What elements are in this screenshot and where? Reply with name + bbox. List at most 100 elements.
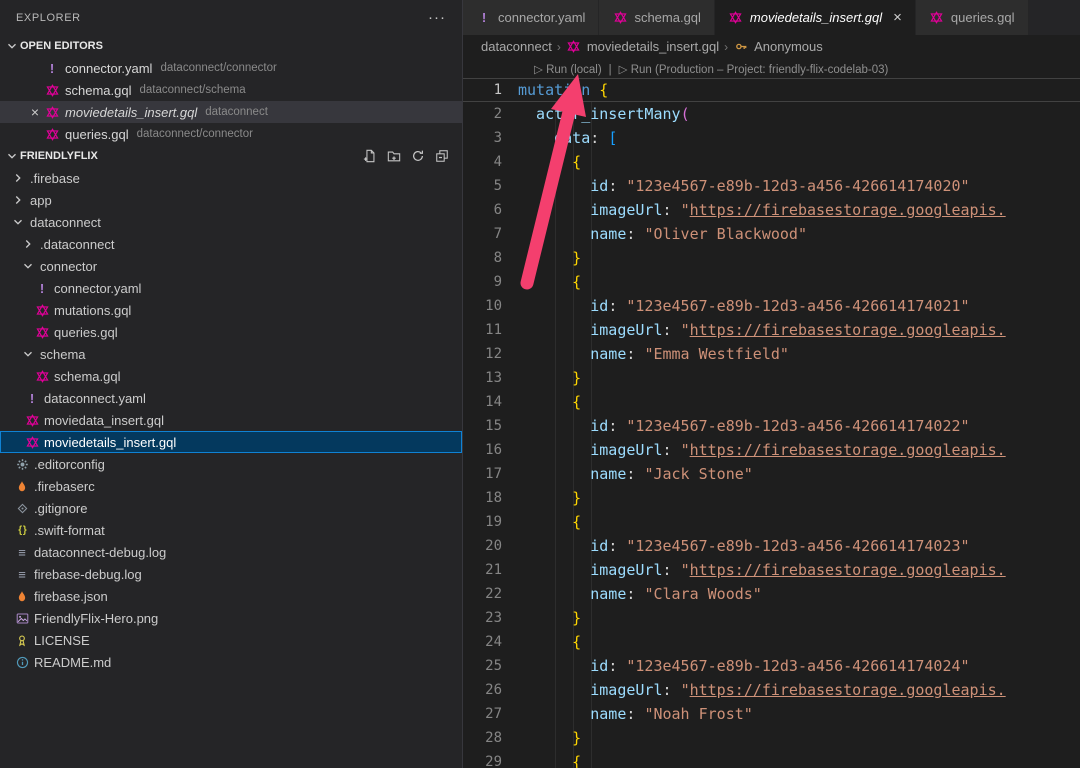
chevron-down-icon (20, 258, 36, 274)
tree-item-queries-gql[interactable]: queries.gql (0, 321, 462, 343)
code-line-7: 7 name: "Oliver Blackwood" (463, 222, 1080, 246)
graphql-icon (44, 126, 60, 142)
breadcrumb-symbol[interactable]: Anonymous (754, 39, 823, 54)
open-editor-moviedetails-insert-gql[interactable]: ×moviedetails_insert.gqldataconnect (0, 101, 462, 123)
tree-item-connector-yaml[interactable]: !connector.yaml (0, 277, 462, 299)
tree-item-readme-md[interactable]: README.md (0, 651, 462, 673)
breadcrumb-separator: › (724, 40, 728, 54)
workspace-label: FRIENDLYFLIX (20, 150, 98, 162)
line-number: 3 (463, 126, 518, 150)
tree-item-connector[interactable]: connector (0, 255, 462, 277)
section-open-editors[interactable]: OPEN EDITORS (0, 35, 462, 57)
tab-moviedetails-insert-gql[interactable]: moviedetails_insert.gql × (715, 0, 916, 35)
tree-item-label: moviedata_insert.gql (44, 413, 164, 428)
code-line-content: id: "123e4567-e89b-12d3-a456-42661417402… (518, 654, 1080, 678)
line-number: 29 (463, 750, 518, 768)
close-icon[interactable]: × (26, 104, 44, 120)
tree-item-editorconfig[interactable]: .editorconfig (0, 453, 462, 475)
line-number: 28 (463, 726, 518, 750)
line-number: 13 (463, 366, 518, 390)
tree-item-dataconnect[interactable]: dataconnect (0, 211, 462, 233)
tree-item-gitignore[interactable]: .gitignore (0, 497, 462, 519)
refresh-icon[interactable] (410, 148, 426, 164)
code-line-12: 12 name: "Emma Westfield" (463, 342, 1080, 366)
collapse-all-icon[interactable] (434, 148, 450, 164)
tree-item-moviedata-insert-gql[interactable]: moviedata_insert.gql (0, 409, 462, 431)
tree-item-dataconnect-debug-log[interactable]: ≡dataconnect-debug.log (0, 541, 462, 563)
tree-item-app[interactable]: app (0, 189, 462, 211)
breadcrumb-file[interactable]: moviedetails_insert.gql (587, 39, 719, 54)
license-icon (14, 632, 30, 648)
tree-item-schema-gql[interactable]: schema.gql (0, 365, 462, 387)
open-editor-schema-gql[interactable]: schema.gqldataconnect/schema (0, 79, 462, 101)
tree-item-label: connector (40, 259, 97, 274)
tab-label: connector.yaml (498, 10, 585, 25)
line-number: 9 (463, 270, 518, 294)
tree-item-label: FriendlyFlix-Hero.png (34, 611, 158, 626)
line-number: 22 (463, 582, 518, 606)
tree-item-firebaserc[interactable]: .firebaserc (0, 475, 462, 497)
tab-queries-gql[interactable]: queries.gql (916, 0, 1029, 35)
open-editor-name: queries.gql (65, 127, 129, 142)
chevron-right-icon (20, 236, 36, 252)
code-line-content: id: "123e4567-e89b-12d3-a456-42661417402… (518, 534, 1080, 558)
chevron-down-icon (4, 148, 20, 164)
tree-item-swift-format[interactable]: { }.swift-format (0, 519, 462, 541)
code-line-content: { (518, 390, 1080, 414)
tree-item-dataconnect[interactable]: .dataconnect (0, 233, 462, 255)
code-line-20: 20 id: "123e4567-e89b-12d3-a456-42661417… (463, 534, 1080, 558)
breadcrumb-folder[interactable]: dataconnect (481, 39, 552, 54)
close-icon[interactable]: × (893, 9, 902, 26)
code-line-content: name: "Oliver Blackwood" (518, 222, 1080, 246)
breadcrumb-separator: › (557, 40, 561, 54)
code-line-3: 3 data: [ (463, 126, 1080, 150)
tree-item-schema[interactable]: schema (0, 343, 462, 365)
tree-item-firebase-json[interactable]: firebase.json (0, 585, 462, 607)
code-line-content: id: "123e4567-e89b-12d3-a456-42661417402… (518, 414, 1080, 438)
tree-item-label: schema (40, 347, 86, 362)
tree-item-label: .firebaserc (34, 479, 95, 494)
new-file-icon[interactable] (362, 148, 378, 164)
line-number: 11 (463, 318, 518, 342)
chevron-right-icon (10, 170, 26, 186)
code-line-content: { (518, 150, 1080, 174)
tree-item-dataconnect-yaml[interactable]: !dataconnect.yaml (0, 387, 462, 409)
tree-item-moviedetails-insert-gql[interactable]: moviedetails_insert.gql (0, 431, 462, 453)
code-line-content: } (518, 486, 1080, 510)
code-line-16: 16 imageUrl: "https://firebasestorage.go… (463, 438, 1080, 462)
open-editor-connector-yaml[interactable]: !connector.yamldataconnect/connector (0, 57, 462, 79)
chevron-down-icon (10, 214, 26, 230)
code-line-29: 29 { (463, 750, 1080, 768)
line-number: 27 (463, 702, 518, 726)
run-production-link[interactable]: ▷ Run (Production – Project: friendly-fl… (619, 62, 889, 76)
line-number: 20 (463, 534, 518, 558)
code-line-content: name: "Clara Woods" (518, 582, 1080, 606)
more-actions-icon[interactable]: ··· (428, 9, 446, 26)
graphql-icon (566, 39, 582, 55)
tree-item-label: dataconnect.yaml (44, 391, 146, 406)
code-line-content: name: "Noah Frost" (518, 702, 1080, 726)
tree-item-license[interactable]: LICENSE (0, 629, 462, 651)
open-editor-queries-gql[interactable]: queries.gqldataconnect/connector (0, 123, 462, 145)
code-line-19: 19 { (463, 510, 1080, 534)
line-number: 17 (463, 462, 518, 486)
tree-item-friendlyflix-hero-png[interactable]: FriendlyFlix-Hero.png (0, 607, 462, 629)
yaml-warning-icon: ! (476, 10, 492, 26)
tree-item-label: mutations.gql (54, 303, 131, 318)
run-local-link[interactable]: ▷ Run (local) (534, 62, 602, 76)
tab-label: moviedetails_insert.gql (750, 10, 882, 25)
tab-schema-gql[interactable]: schema.gql (599, 0, 714, 35)
tree-item-label: .swift-format (34, 523, 105, 538)
code-line-24: 24 { (463, 630, 1080, 654)
tree-item-firebase-debug-log[interactable]: ≡firebase-debug.log (0, 563, 462, 585)
tab-connector-yaml[interactable]: ! connector.yaml (463, 0, 599, 35)
new-folder-icon[interactable] (386, 148, 402, 164)
code-line-17: 17 name: "Jack Stone" (463, 462, 1080, 486)
line-number: 12 (463, 342, 518, 366)
tree-item-firebase[interactable]: .firebase (0, 167, 462, 189)
section-workspace[interactable]: FRIENDLYFLIX (0, 145, 462, 167)
tree-item-mutations-gql[interactable]: mutations.gql (0, 299, 462, 321)
code-line-content: name: "Emma Westfield" (518, 342, 1080, 366)
code-line-content: actor_insertMany( (518, 102, 1080, 126)
code-editor[interactable]: ▷ Run (local) | ▷ Run (Production – Proj… (463, 58, 1080, 768)
